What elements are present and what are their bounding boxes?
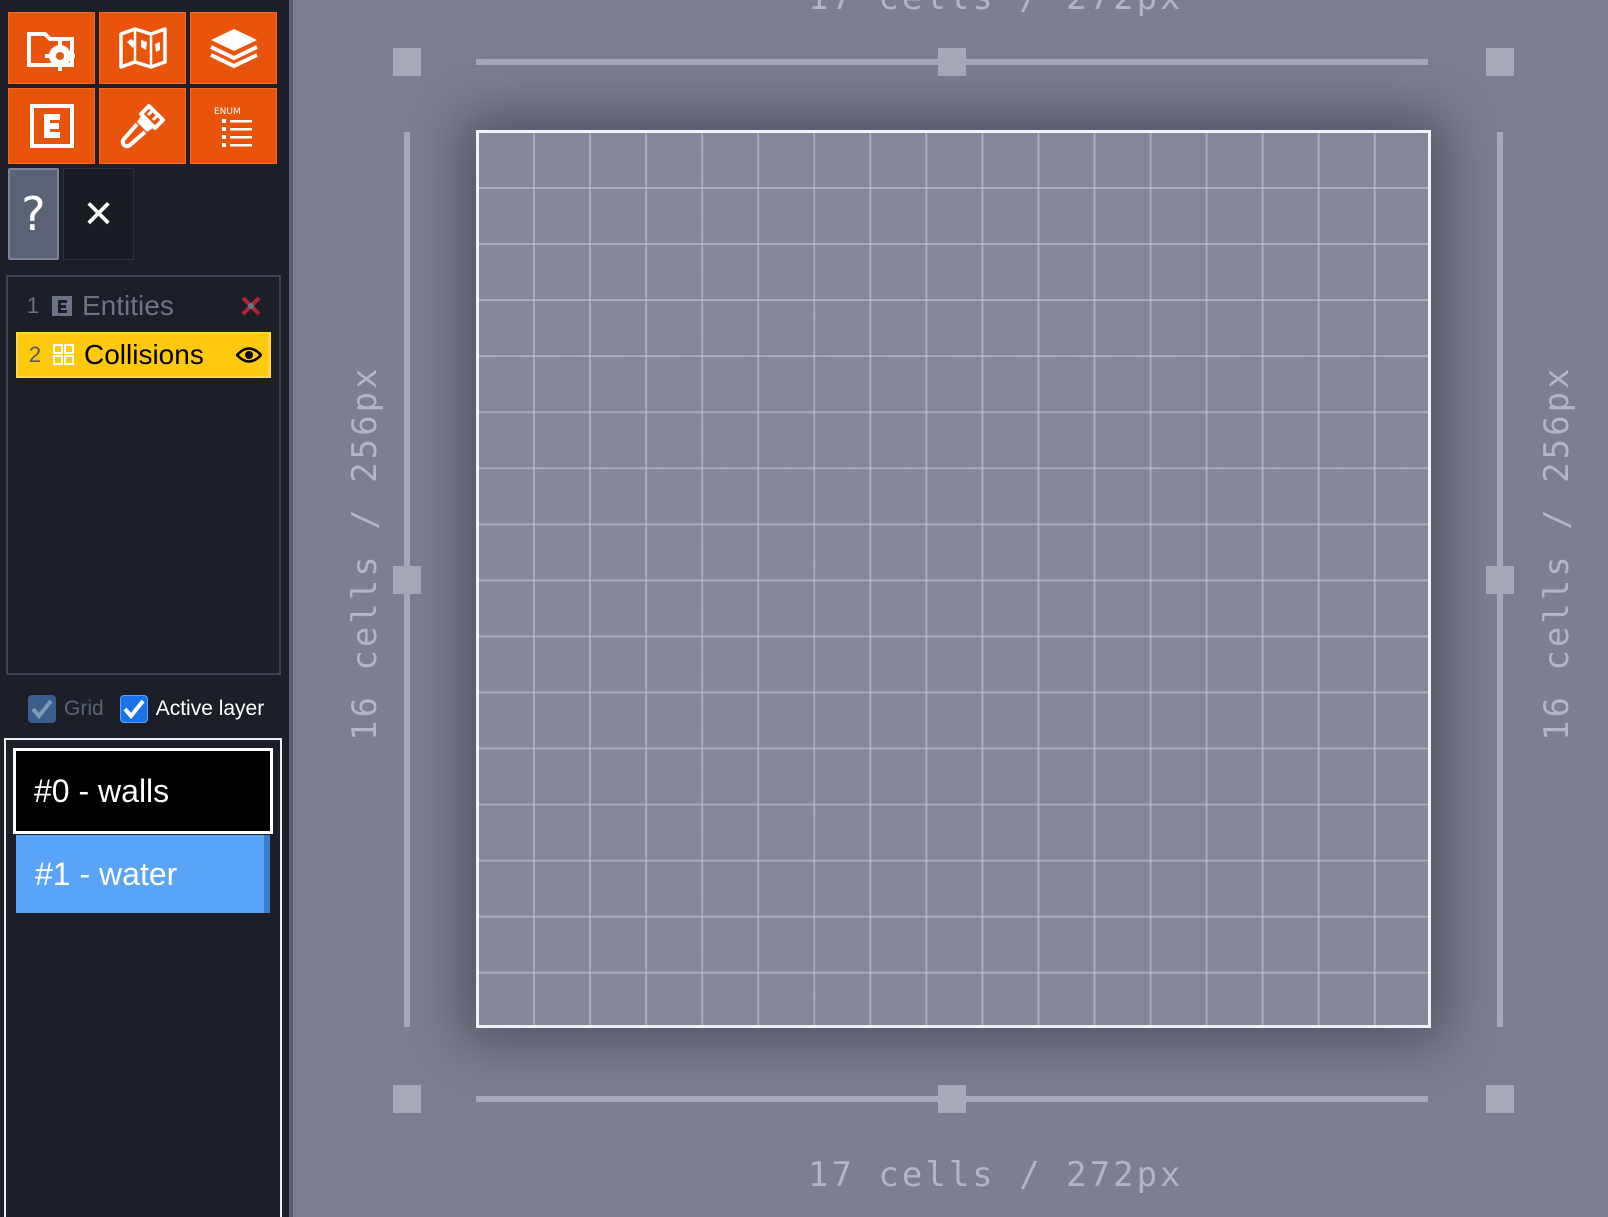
resize-handle-top-left[interactable] (393, 48, 421, 76)
intgrid-values-panel: #0 - walls #1 - water (4, 738, 282, 1217)
resize-handle-top[interactable] (938, 48, 966, 76)
layer-index: 2 (28, 342, 42, 367)
layer-item-entities[interactable]: 1 Entities (16, 283, 271, 329)
svg-text:ENUM: ENUM (214, 107, 241, 117)
resize-handle-bottom[interactable] (938, 1085, 966, 1113)
level-height-label-left: 16 cells / 256px (345, 365, 385, 741)
sidebar: ENUM ? ✕ 1 Entities 2 Collisions Grid Ac… (0, 0, 289, 1217)
grid-label[interactable]: Grid (64, 697, 104, 721)
project-settings-button[interactable] (8, 12, 95, 84)
hidden-x-icon[interactable] (231, 295, 271, 317)
checkmark-icon (123, 699, 145, 719)
tilesets-button[interactable] (99, 88, 186, 164)
resize-handle-top-right[interactable] (1486, 48, 1514, 76)
view-options: Grid Active layer (28, 691, 288, 727)
resize-handle-right[interactable] (1486, 566, 1514, 594)
layers-list: 1 Entities 2 Collisions (6, 275, 281, 675)
grid-checkbox[interactable] (28, 695, 56, 723)
level-canvas[interactable]: 17 cells / 272px 16 cells / 256px 16 cel… (289, 0, 1608, 1217)
enum-list-icon: ENUM (214, 107, 252, 147)
world-map-icon (118, 27, 167, 69)
resize-handle-bottom-right[interactable] (1486, 1085, 1514, 1113)
layers-stack-icon (209, 29, 258, 69)
resize-handle-left[interactable] (393, 566, 421, 594)
layers-button[interactable] (190, 12, 277, 84)
entity-layer-icon (50, 294, 74, 318)
enums-button[interactable]: ENUM (190, 88, 277, 164)
folder-gear-icon (26, 32, 75, 71)
intgrid-layer-icon (52, 343, 76, 367)
intgrid-value-walls[interactable]: #0 - walls (13, 748, 273, 834)
layer-item-collisions[interactable]: 2 Collisions (16, 332, 271, 378)
level-grid[interactable] (476, 130, 1431, 1028)
layer-name: Collisions (84, 339, 204, 370)
checkmark-icon (31, 699, 53, 719)
eye-icon[interactable] (229, 346, 269, 364)
intgrid-value-water[interactable]: #1 - water (16, 835, 270, 913)
layer-name: Entities (82, 290, 174, 321)
level-width-label-bottom: 17 cells / 272px (808, 1155, 1184, 1195)
brush-icon (120, 104, 165, 149)
entity-e-icon (29, 104, 74, 148)
level-height-label-right: 16 cells / 256px (1537, 365, 1577, 741)
level-width-label-top: 17 cells / 272px (808, 0, 1184, 18)
world-button[interactable] (99, 12, 186, 84)
entities-button[interactable] (8, 88, 95, 164)
layer-index: 1 (26, 293, 40, 318)
resize-handle-bottom-left[interactable] (393, 1085, 421, 1113)
close-button[interactable]: ✕ (63, 168, 134, 260)
help-button[interactable]: ? (8, 168, 59, 260)
active-layer-label[interactable]: Active layer (156, 697, 265, 721)
active-layer-checkbox[interactable] (119, 695, 148, 723)
